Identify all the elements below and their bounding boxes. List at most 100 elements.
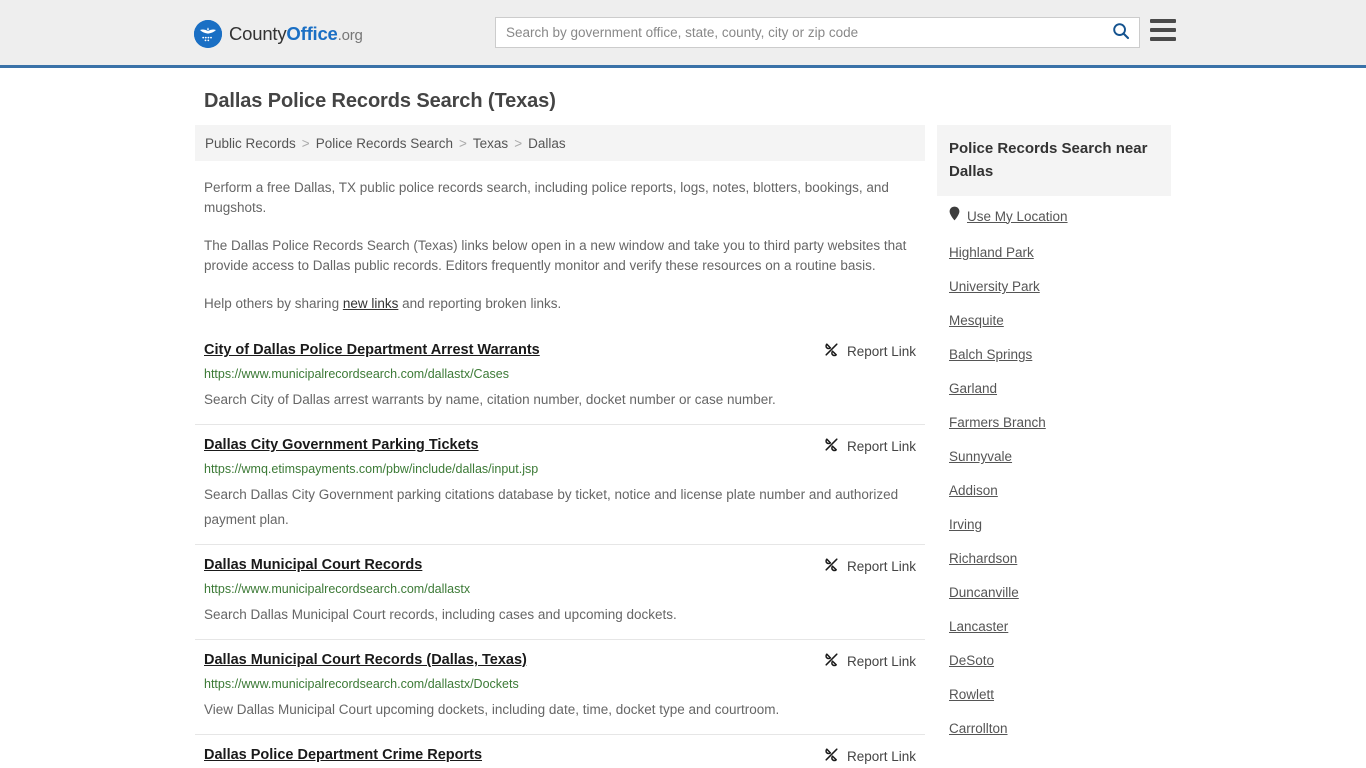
result-item: Dallas City Government Parking Tickets R… [195, 424, 925, 544]
breadcrumb-item-public-records[interactable]: Public Records [205, 136, 296, 151]
sidebar-item-label[interactable]: Sunnyvale [949, 449, 1012, 464]
logo-text-county: County [229, 22, 287, 44]
sidebar-item-balch-springs[interactable]: Balch Springs [937, 337, 1171, 371]
sidebar-item-label[interactable]: Use My Location [967, 209, 1068, 224]
report-link-label: Report Link [846, 558, 916, 574]
sidebar-item-sunnyvale[interactable]: Sunnyvale [937, 439, 1171, 473]
sidebar-item-label[interactable]: University Park [949, 279, 1040, 294]
sidebar-item-duncanville[interactable]: Duncanville [937, 575, 1171, 609]
sidebar-item-desoto[interactable]: DeSoto [937, 643, 1171, 677]
sidebar-item-label[interactable]: Rowlett [949, 687, 994, 702]
result-description: Search Dallas City Government parking ci… [204, 487, 899, 527]
result-url[interactable]: https://www.municipalrecordsearch.com/da… [204, 366, 916, 383]
report-link-button[interactable]: Report Link [823, 746, 916, 766]
sidebar-item-rowlett[interactable]: Rowlett [937, 677, 1171, 711]
result-description: View Dallas Municipal Court upcoming doc… [204, 702, 780, 717]
breadcrumb-item-dallas: Dallas [528, 135, 566, 151]
intro-paragraph-3: Help others by sharing new links and rep… [195, 294, 925, 314]
search-bar[interactable] [495, 17, 1140, 48]
list-item: Highland Park [937, 235, 1171, 269]
eagle-seal-logo-icon [194, 20, 222, 48]
report-link-label: Report Link [846, 343, 916, 359]
list-item: Lancaster [937, 609, 1171, 643]
report-link-button[interactable]: Report Link [823, 436, 916, 456]
result-item: Dallas Municipal Court Records Report Li… [195, 544, 925, 639]
sidebar-item-highland-park[interactable]: Highland Park [937, 235, 1171, 269]
sidebar-heading: Police Records Search near Dallas [937, 125, 1171, 196]
sidebar-item-label[interactable]: Garland [949, 381, 997, 396]
sidebar: Police Records Search near Dallas Use My… [937, 125, 1171, 745]
list-item: Rowlett [937, 677, 1171, 711]
intro-paragraph-1: Perform a free Dallas, TX public police … [204, 180, 889, 215]
sidebar-item-farmers-branch[interactable]: Farmers Branch [937, 405, 1171, 439]
sidebar-item-richardson[interactable]: Richardson [937, 541, 1171, 575]
report-link-label: Report Link [846, 748, 916, 764]
result-title-link[interactable]: City of Dallas Police Department Arrest … [204, 340, 540, 360]
list-item: Balch Springs [937, 337, 1171, 371]
sidebar-item-addison[interactable]: Addison [937, 473, 1171, 507]
intro-text-after-link: and reporting broken links. [398, 296, 562, 311]
sidebar-item-label[interactable]: Farmers Branch [949, 415, 1046, 430]
list-item: Carrollton [937, 711, 1171, 745]
result-title-link[interactable]: Dallas Municipal Court Records (Dallas, … [204, 650, 527, 670]
breadcrumb-item-texas[interactable]: Texas [473, 136, 508, 151]
hamburger-bar-3 [1150, 37, 1176, 41]
list-item: Addison [937, 473, 1171, 507]
result-title-link[interactable]: Dallas Police Department Crime Reports [204, 745, 482, 765]
broken-link-icon [823, 436, 840, 456]
sidebar-item-university-park[interactable]: University Park [937, 269, 1171, 303]
sidebar-item-mesquite[interactable]: Mesquite [937, 303, 1171, 337]
results-list: City of Dallas Police Department Arrest … [195, 330, 925, 768]
result-title-link[interactable]: Dallas Municipal Court Records [204, 555, 422, 575]
sidebar-item-label[interactable]: Addison [949, 483, 998, 498]
result-url[interactable]: https://www.municipalrecordsearch.com/da… [204, 676, 916, 693]
sidebar-item-label[interactable]: Lancaster [949, 619, 1008, 634]
breadcrumb-separator: > [301, 135, 310, 151]
sidebar-item-use-my-location[interactable]: Use My Location [937, 196, 1171, 235]
list-item: Sunnyvale [937, 439, 1171, 473]
broken-link-icon [823, 746, 840, 766]
result-title-link[interactable]: Dallas City Government Parking Tickets [204, 435, 479, 455]
result-item: City of Dallas Police Department Arrest … [195, 330, 925, 424]
sidebar-item-label[interactable]: Irving [949, 517, 982, 532]
breadcrumb-item-police-records-search[interactable]: Police Records Search [316, 136, 453, 151]
sidebar-item-label[interactable]: Richardson [949, 551, 1017, 566]
sidebar-item-label[interactable]: Highland Park [949, 245, 1034, 260]
map-pin-icon [949, 206, 960, 226]
report-link-button[interactable]: Report Link [823, 556, 916, 576]
broken-link-icon [823, 651, 840, 671]
result-url[interactable]: https://www.municipalrecordsearch.com/da… [204, 581, 916, 598]
page-title: Dallas Police Records Search (Texas) [204, 90, 556, 112]
result-header: Dallas City Government Parking Tickets R… [204, 435, 916, 456]
site-logo-link[interactable]: CountyOffice.org [194, 20, 363, 48]
breadcrumb-separator: > [514, 135, 523, 151]
search-input[interactable] [496, 18, 1103, 47]
sidebar-item-garland[interactable]: Garland [937, 371, 1171, 405]
report-link-button[interactable]: Report Link [823, 651, 916, 671]
nearby-places-list: Use My Location Highland Park University… [937, 196, 1171, 745]
hamburger-menu-icon[interactable] [1150, 19, 1176, 41]
report-link-label: Report Link [846, 438, 916, 454]
sidebar-item-label[interactable]: Mesquite [949, 313, 1004, 328]
sidebar-item-lancaster[interactable]: Lancaster [937, 609, 1171, 643]
intro-paragraph-2: The Dallas Police Records Search (Texas)… [204, 238, 907, 273]
result-url[interactable]: https://wmq.etimspayments.com/pbw/includ… [204, 461, 916, 478]
sidebar-item-irving[interactable]: Irving [937, 507, 1171, 541]
search-icon [1112, 22, 1130, 43]
new-links-link[interactable]: new links [343, 296, 399, 311]
sidebar-item-label[interactable]: DeSoto [949, 653, 994, 668]
list-item: Richardson [937, 541, 1171, 575]
result-header: Dallas Municipal Court Records (Dallas, … [204, 650, 916, 671]
sidebar-item-label[interactable]: Balch Springs [949, 347, 1032, 362]
result-header: City of Dallas Police Department Arrest … [204, 340, 916, 361]
broken-link-icon [823, 556, 840, 576]
search-button[interactable] [1103, 18, 1139, 47]
report-link-button[interactable]: Report Link [823, 341, 916, 361]
list-item: Duncanville [937, 575, 1171, 609]
list-item: Irving [937, 507, 1171, 541]
list-item: Use My Location [937, 196, 1171, 235]
sidebar-item-carrollton[interactable]: Carrollton [937, 711, 1171, 745]
sidebar-item-label[interactable]: Carrollton [949, 721, 1008, 736]
site-header: CountyOffice.org [0, 0, 1366, 68]
sidebar-item-label[interactable]: Duncanville [949, 585, 1019, 600]
